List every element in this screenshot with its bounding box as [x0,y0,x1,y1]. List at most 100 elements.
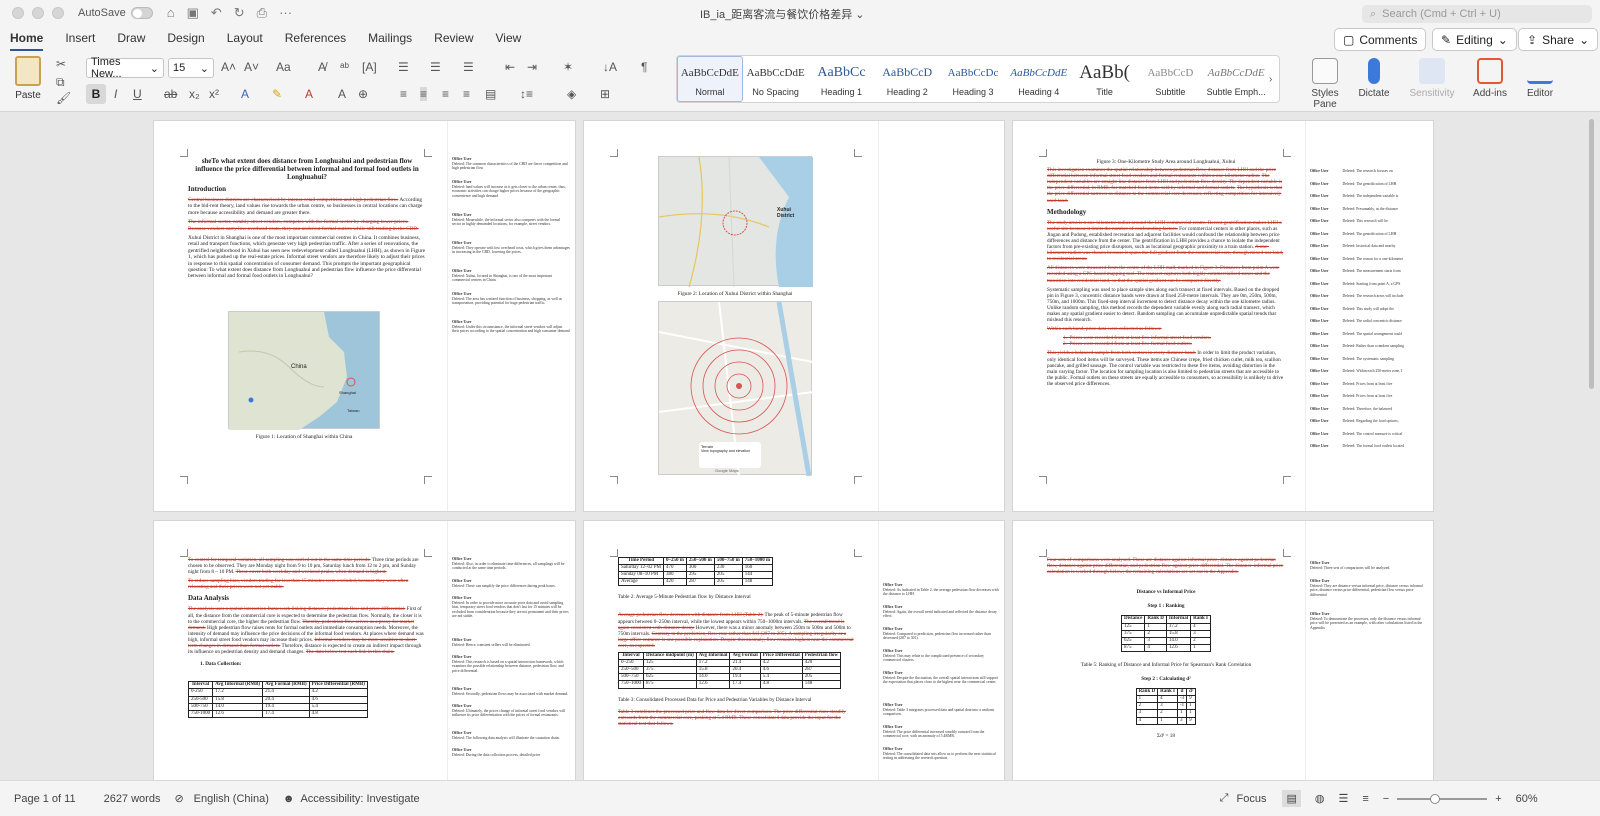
sensitivity-button[interactable]: Sensitivity [1404,58,1460,99]
close-window-button[interactable] [12,7,24,19]
comment-bubble[interactable]: Office User Deleted: The research areas w… [1310,294,1428,299]
comment-bubble[interactable]: Office User Deleted: Presumably, as the d… [1310,207,1428,212]
tab-review[interactable]: Review [434,31,473,51]
character-border-icon[interactable]: [A] [362,60,377,74]
language-status[interactable]: English (China) [194,793,269,805]
web-layout-icon[interactable]: ◍ [1315,792,1325,805]
comment-bubble[interactable]: Office User Deleted: Also, in order to el… [452,556,570,571]
comment-bubble[interactable]: Office User Deleted: They are distance ve… [1310,578,1428,597]
page-4-body[interactable]: To control for temporal variation, all s… [187,557,426,718]
comment-bubble[interactable]: Office User Deleted: Regarding the food o… [1310,419,1428,424]
strikethrough-icon[interactable]: ab [164,87,177,101]
comment-bubble[interactable]: Office User Deleted: As indicated in Tabl… [883,582,1001,597]
comment-bubble[interactable]: Office User Deleted: The systematic sampl… [1310,357,1428,362]
align-center-icon[interactable]: ≡ [420,87,428,101]
comment-bubble[interactable]: Office User Deleted: The independent vari… [1310,194,1428,199]
zoom-slider[interactable] [1397,793,1488,804]
style-subtle-emphasis[interactable]: AaBbCcDdE Subtle Emph... [1203,56,1269,102]
style-subtitle[interactable]: AaBbCcD Subtitle [1137,56,1203,102]
style-title[interactable]: AaBb(Title [1072,56,1138,102]
comment-bubble[interactable]: Office User Deleted: The common character… [452,156,570,171]
comment-bubble[interactable]: Office User Deleted: Again, the overall t… [883,604,1001,619]
outline-icon[interactable]: ☰ [1338,792,1348,805]
font-color-icon[interactable]: A [305,87,313,101]
page-3-body[interactable]: Figure 3: One-Kilometre Study Area aroun… [1047,157,1285,390]
change-case-icon[interactable]: Aa [276,60,291,74]
font-size-select[interactable]: 15 ⌄ [168,58,214,78]
comment-bubble[interactable]: Office User Deleted: The radial concentri… [1310,319,1428,324]
justify-icon[interactable]: ≡ [463,87,470,101]
page-3[interactable]: Figure 3: One-Kilometre Study Area aroun… [1012,120,1434,512]
style-normal[interactable]: AaBbCcDdE Normal [677,56,743,102]
redo-icon[interactable]: ↻ [234,5,245,21]
style-heading-1[interactable]: AaBbCc Heading 1 [809,56,875,102]
tab-design[interactable]: Design [167,31,204,51]
terrain-panel[interactable]: Terrain View topography and elevation [699,442,761,468]
increase-indent-icon[interactable]: ⇥ [527,60,537,74]
comment-bubble[interactable]: Office User Deleted: Prices from at least… [1310,382,1428,387]
superscript-icon[interactable]: x² [209,87,219,101]
comment-bubble[interactable]: Office User Deleted: The gentrification o… [1310,232,1428,237]
comment-bubble[interactable]: Office User Deleted: The consolidated dat… [883,746,1001,761]
distributed-icon[interactable]: ▤ [485,87,496,101]
comment-bubble[interactable]: Office User Deleted: Rather than a random… [1310,344,1428,349]
search-input[interactable]: ⌕ Search (Cmd + Ctrl + U) [1362,5,1592,23]
font-name-select[interactable]: Times New... ⌄ [86,56,164,80]
add-ins-button[interactable]: Add-ins [1470,58,1510,99]
comment-bubble[interactable]: Office User Deleted: land values will inc… [452,179,570,198]
comments-button[interactable]: ▢ Comments [1334,28,1427,51]
tab-references[interactable]: References [285,31,346,51]
comment-bubble[interactable]: Office User Deleted: This study will adop… [1310,307,1428,312]
comment-bubble[interactable]: Office User Deleted: historical data and … [1310,244,1428,249]
autosave-toggle[interactable] [130,7,153,19]
comment-bubble[interactable]: Office User Deleted: The measurement star… [1310,269,1428,274]
comment-bubble[interactable]: Office User Deleted: Secondly, pedestrian… [452,686,570,696]
style-heading-4[interactable]: AaBbCcDdE Heading 4 [1006,56,1072,102]
tab-home[interactable]: Home [10,31,44,51]
enclose-characters-icon[interactable]: ⊕ [358,87,368,101]
comment-bubble[interactable]: Office User Deleted: The formal food outl… [1310,444,1428,449]
styles-pane-button[interactable]: Styles Pane [1305,58,1345,110]
comment-bubble[interactable]: Office User Deleted: The following data a… [452,730,570,740]
comment-bubble[interactable]: Office User Deleted: This research will b… [1310,219,1428,224]
tab-view[interactable]: View [496,31,522,51]
comment-bubble[interactable]: Office User Deleted: Despite the fluctuat… [883,670,1001,685]
decrease-indent-icon[interactable]: ⇤ [505,60,515,74]
minimize-window-button[interactable] [32,7,44,19]
comment-bubble[interactable]: Office User Deleted: Compared to predicti… [883,626,1001,641]
editor-button[interactable]: Editor [1520,58,1560,99]
comment-bubble[interactable]: Office User Deleted: The spatial arrangem… [1310,332,1428,337]
comment-bubble[interactable]: Office User Deleted: The reason for a one… [1310,257,1428,262]
comment-bubble[interactable]: Office User Deleted: Hence, transient sel… [452,637,570,647]
proofing-icon[interactable]: ⊘ [174,792,183,805]
tab-draw[interactable]: Draw [117,31,145,51]
page-1-body[interactable]: sheTo what extent does distance from Lon… [188,157,426,283]
print-icon[interactable]: ⎙ [257,5,267,21]
comment-bubble[interactable]: Office User Deleted: In order to provide … [452,595,570,619]
multilevel-list-icon[interactable]: ☰ [463,60,474,74]
home-icon[interactable]: ⌂ [167,5,175,21]
zoom-slider-thumb[interactable] [1430,793,1441,804]
page-5[interactable]: Time Period 0–250 m 250–500 m 500–750 m 750–… [583,520,1005,780]
comment-bubble[interactable]: Office User Deleted: Therefore, the balan… [1310,407,1428,412]
comment-bubble[interactable]: Office User Deleted: Table 3 integrates p… [883,702,1001,717]
more-icon[interactable]: ··· [279,5,292,21]
zoom-level[interactable]: 60% [1516,793,1538,805]
numbering-icon[interactable]: ☰ [430,60,441,74]
tab-layout[interactable]: Layout [227,31,263,51]
page-6[interactable]: Four sets of comparisons were analysed. … [1012,520,1434,780]
cut-icon[interactable]: ✂ [56,57,66,71]
dictate-button[interactable]: Dictate [1352,58,1396,99]
align-right-icon[interactable]: ≡ [442,87,449,101]
zoom-out-icon[interactable]: − [1383,793,1389,805]
accessibility-status[interactable]: Accessibility: Investigate [300,793,419,805]
grow-font-icon[interactable]: A˄ [221,60,236,74]
italic-icon[interactable]: I [114,87,117,101]
comment-bubble[interactable]: Office User Deleted: Meanwhile, the infor… [452,212,570,227]
page-5-body[interactable]: Time Period 0–250 m 250–500 m 500–750 m 750–… [618,556,856,730]
shrink-font-icon[interactable]: A˅ [244,60,259,74]
borders-icon[interactable]: ⊞ [600,87,610,101]
comment-bubble[interactable]: Office User Deleted: Prices from at least… [1310,394,1428,399]
comment-bubble[interactable]: Office User Deleted: The gentrification o… [1310,182,1428,187]
style-heading-3[interactable]: AaBbCcDc Heading 3 [940,56,1006,102]
